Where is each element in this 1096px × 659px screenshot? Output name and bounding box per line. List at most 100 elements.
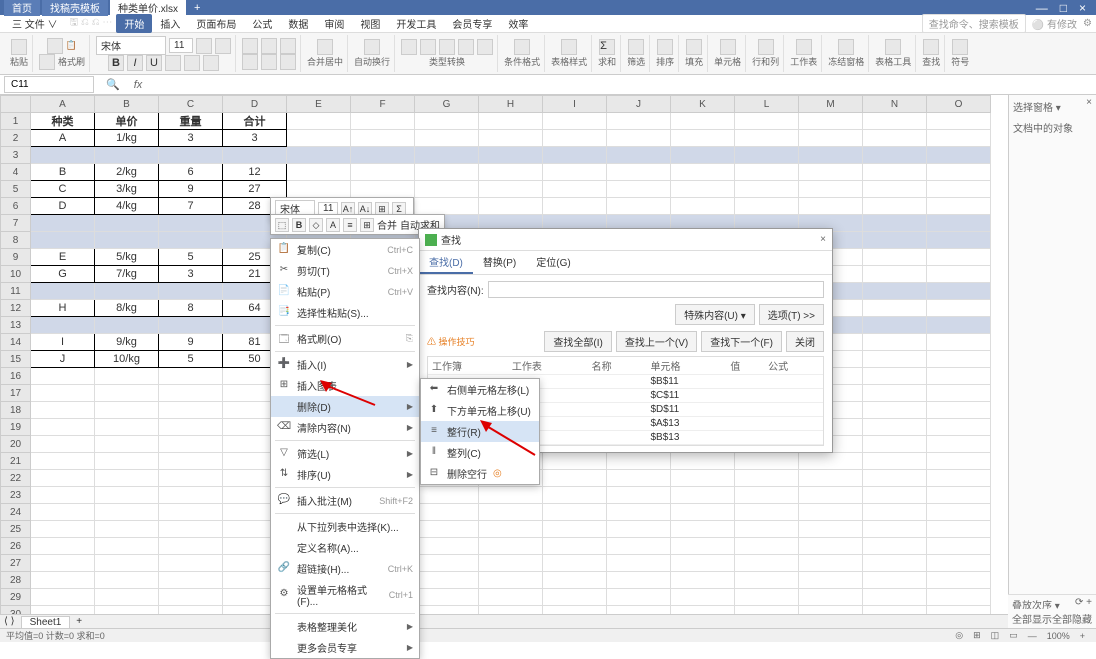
cell[interactable] — [479, 147, 543, 164]
mini-fill[interactable]: ◇ — [309, 218, 323, 232]
cell[interactable] — [607, 130, 671, 147]
submenu-item[interactable]: ≡整行(R) — [421, 421, 539, 442]
cell[interactable] — [799, 130, 863, 147]
cell[interactable]: 7/kg — [95, 266, 159, 283]
cell[interactable] — [159, 232, 223, 249]
cell[interactable]: B — [31, 164, 95, 181]
cell[interactable] — [31, 283, 95, 300]
cell[interactable] — [927, 266, 991, 283]
cell[interactable] — [31, 487, 95, 504]
mini-merge-label[interactable]: 合并 — [377, 217, 397, 232]
submenu-item[interactable]: ⬆下方单元格上移(U) — [421, 400, 539, 421]
window-close[interactable]: × — [1073, 1, 1092, 15]
currency-button[interactable] — [401, 39, 417, 55]
cond-fmt-button[interactable] — [514, 39, 530, 55]
show-all[interactable]: 全部显示 — [1012, 611, 1052, 626]
cut-button[interactable] — [47, 38, 63, 54]
font-select[interactable]: 宋体 — [96, 36, 166, 55]
align-top[interactable] — [242, 38, 258, 54]
cell[interactable] — [799, 572, 863, 589]
cell[interactable] — [863, 334, 927, 351]
cell[interactable] — [671, 589, 735, 606]
sort-button[interactable] — [657, 39, 673, 55]
row-header[interactable]: 4 — [1, 164, 31, 181]
status-item[interactable]: ◎ — [950, 630, 968, 641]
cell[interactable] — [863, 470, 927, 487]
cell[interactable] — [607, 453, 671, 470]
cell[interactable] — [31, 147, 95, 164]
cell[interactable] — [159, 368, 223, 385]
cell[interactable] — [863, 130, 927, 147]
cell[interactable] — [543, 572, 607, 589]
cell[interactable] — [799, 538, 863, 555]
row-header[interactable]: 27 — [1, 555, 31, 572]
font-grow[interactable] — [196, 38, 212, 54]
cell[interactable] — [95, 283, 159, 300]
cell[interactable] — [351, 113, 415, 130]
cell[interactable] — [415, 164, 479, 181]
cell[interactable] — [607, 538, 671, 555]
ctx-item[interactable]: 💬插入批注(M)Shift+F2 — [271, 490, 419, 511]
cell[interactable] — [671, 453, 735, 470]
cell[interactable] — [863, 283, 927, 300]
cell[interactable] — [31, 215, 95, 232]
cell[interactable] — [159, 436, 223, 453]
cell[interactable] — [607, 504, 671, 521]
cell[interactable] — [543, 198, 607, 215]
row-header[interactable]: 9 — [1, 249, 31, 266]
row-header[interactable]: 20 — [1, 436, 31, 453]
cell[interactable]: D — [31, 198, 95, 215]
fx-icon[interactable]: 🔍 — [98, 78, 128, 91]
cell[interactable] — [479, 164, 543, 181]
cell[interactable] — [671, 164, 735, 181]
ctx-item[interactable]: 📑选择性粘贴(S)... — [271, 302, 419, 323]
cell[interactable] — [415, 606, 479, 615]
tools-button[interactable] — [885, 39, 901, 55]
cell[interactable] — [607, 606, 671, 615]
cell[interactable] — [671, 198, 735, 215]
cell[interactable] — [671, 538, 735, 555]
menu-review[interactable]: 审阅 — [316, 14, 352, 33]
cell[interactable] — [927, 130, 991, 147]
cell[interactable] — [479, 538, 543, 555]
dialog-close-button[interactable]: × — [820, 234, 826, 245]
ctx-item[interactable]: 🗔格式刷(O)⎘ — [271, 328, 419, 349]
cell[interactable]: I — [31, 334, 95, 351]
cell[interactable] — [927, 521, 991, 538]
cell[interactable] — [95, 368, 159, 385]
cell[interactable]: 10/kg — [95, 351, 159, 368]
formula-input[interactable] — [148, 77, 1096, 92]
cell[interactable] — [479, 521, 543, 538]
cell[interactable] — [863, 589, 927, 606]
cell[interactable] — [863, 538, 927, 555]
cell[interactable]: 合计 — [223, 113, 287, 130]
cell[interactable] — [159, 504, 223, 521]
cell[interactable]: 3 — [159, 266, 223, 283]
menu-view[interactable]: 视图 — [352, 14, 388, 33]
col-header[interactable]: I — [543, 96, 607, 113]
ctx-item[interactable]: ⚙设置单元格格式(F)...Ctrl+1 — [271, 579, 419, 611]
fill-color-button[interactable] — [203, 55, 219, 71]
ctx-item[interactable]: ▽筛选(L)▶ — [271, 443, 419, 464]
cell[interactable] — [863, 487, 927, 504]
sheet-tab-1[interactable]: Sheet1 — [21, 616, 71, 628]
row-header[interactable]: 30 — [1, 606, 31, 615]
cell[interactable] — [863, 606, 927, 615]
row-header[interactable]: 18 — [1, 402, 31, 419]
cell[interactable] — [735, 555, 799, 572]
cell[interactable] — [607, 198, 671, 215]
cell[interactable] — [95, 232, 159, 249]
cell[interactable] — [31, 436, 95, 453]
sum-button[interactable]: Σ — [599, 39, 615, 55]
window-min[interactable]: — — [1030, 1, 1054, 15]
ctx-item[interactable]: 更多会员专享▶ — [271, 637, 419, 658]
cell[interactable] — [927, 470, 991, 487]
paste-button[interactable] — [11, 39, 27, 55]
cell[interactable] — [927, 147, 991, 164]
cell[interactable] — [479, 198, 543, 215]
cell-reference-input[interactable] — [4, 76, 94, 93]
cell[interactable]: 27 — [223, 181, 287, 198]
cell[interactable] — [671, 147, 735, 164]
cell[interactable] — [863, 368, 927, 385]
ctx-item[interactable]: ✂剪切(T)Ctrl+X — [271, 260, 419, 281]
